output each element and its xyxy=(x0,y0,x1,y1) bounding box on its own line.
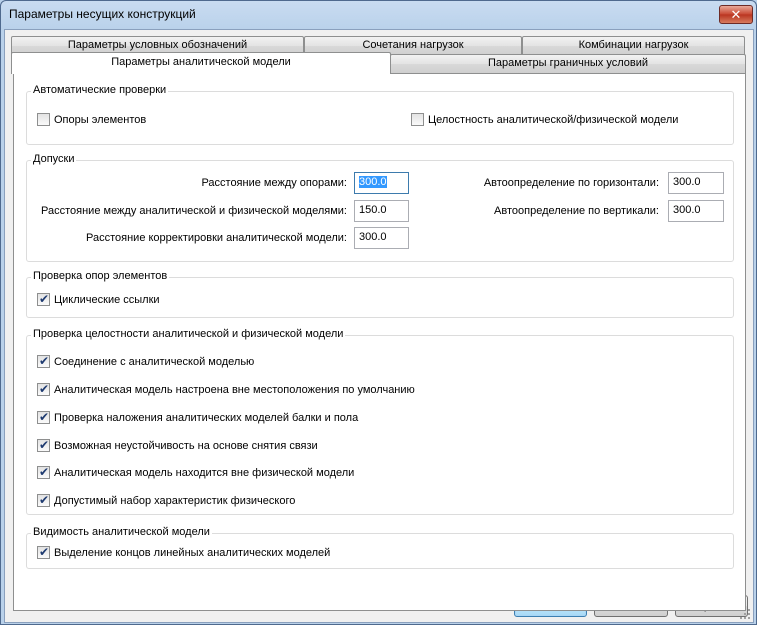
checkbox-box[interactable] xyxy=(411,113,424,126)
check-icon: ✔ xyxy=(38,292,50,306)
group-title: Проверка целостности аналитической и физ… xyxy=(31,328,346,340)
checkbox-label: Соединение с аналитической моделью xyxy=(54,355,255,368)
tab-load-combinations[interactable]: Комбинации нагрузок xyxy=(522,36,745,55)
checkbox-label: Проверка наложения аналитических моделей… xyxy=(54,411,359,424)
member-supports-checkbox[interactable]: Опоры элементов xyxy=(37,113,146,126)
check-icon: ✔ xyxy=(38,382,50,396)
tab-analytical-model[interactable]: Параметры аналитической модели xyxy=(11,52,391,74)
group-visibility: Видимость аналитической модели ✔ Выделен… xyxy=(26,526,734,569)
adjustment-distance-input[interactable]: 300.0 xyxy=(354,227,409,249)
window-title: Параметры несущих конструкций xyxy=(9,7,196,21)
group-title: Допуски xyxy=(31,153,77,165)
tab-boundary-conditions[interactable]: Параметры граничных условий xyxy=(390,54,746,73)
analytical-physical-distance-input[interactable]: 150.0 xyxy=(354,200,409,222)
checkbox-box[interactable] xyxy=(37,113,50,126)
connect-analytical-checkbox[interactable]: ✔ Соединение с аналитической моделью xyxy=(37,354,255,368)
group-support-check: Проверка опор элементов ✔ Циклические сс… xyxy=(26,270,734,318)
horizontal-auto-label: Автоопределение по горизонтали: xyxy=(483,177,659,189)
checkbox-box[interactable]: ✔ xyxy=(37,410,50,424)
dialog-client-area: Параметры условных обозначений Сочетания… xyxy=(4,29,754,623)
beam-floor-overlap-checkbox[interactable]: ✔ Проверка наложения аналитических модел… xyxy=(37,410,359,424)
title-bar[interactable]: Параметры несущих конструкций ✕ xyxy=(1,1,756,29)
adjustment-distance-label: Расстояние корректировки аналитической м… xyxy=(86,232,347,244)
group-auto-checks: Автоматические проверки Опоры элементов … xyxy=(26,84,734,145)
check-icon: ✔ xyxy=(38,494,50,507)
checkbox-label: Выделение концов линейных аналитических … xyxy=(54,546,331,559)
checkbox-box[interactable]: ✔ xyxy=(37,465,50,479)
group-tolerances: Допуски Расстояние между опорами: 300.0 … xyxy=(26,153,734,262)
check-icon: ✔ xyxy=(38,410,50,424)
checkbox-box[interactable]: ✔ xyxy=(37,494,50,507)
group-title: Автоматические проверки xyxy=(31,84,169,96)
checkbox-label: Допустимый набор характеристик физическо… xyxy=(54,494,295,507)
support-distance-label: Расстояние между опорами: xyxy=(201,177,347,189)
checkbox-label: Аналитическая модель настроена вне место… xyxy=(54,383,415,396)
checkbox-box[interactable]: ✔ xyxy=(37,382,50,396)
consistency-checkbox[interactable]: Целостность аналитической/физической мод… xyxy=(411,113,678,126)
group-title: Видимость аналитической модели xyxy=(31,526,212,538)
highlight-ends-checkbox[interactable]: ✔ Выделение концов линейных аналитически… xyxy=(37,545,331,559)
checkbox-label: Целостность аналитической/физической мод… xyxy=(428,113,679,126)
support-distance-input[interactable]: 300.0 xyxy=(354,172,409,194)
check-icon: ✔ xyxy=(38,545,50,559)
checkbox-box[interactable]: ✔ xyxy=(37,438,50,452)
checkbox-label: Циклические ссылки xyxy=(54,293,160,306)
checkbox-label: Аналитическая модель находится вне физич… xyxy=(54,466,355,479)
group-consistency-check: Проверка целостности аналитической и физ… xyxy=(26,328,734,515)
checkbox-label: Опоры элементов xyxy=(54,113,147,126)
horizontal-auto-input[interactable]: 300.0 xyxy=(668,172,724,194)
checkbox-box[interactable]: ✔ xyxy=(37,292,50,306)
vertical-auto-label: Автоопределение по вертикали: xyxy=(494,205,659,217)
adjusted-default-location-checkbox[interactable]: ✔ Аналитическая модель настроена вне мес… xyxy=(37,382,415,396)
checkbox-label: Возможная неустойчивость на основе сняти… xyxy=(54,439,318,452)
vertical-auto-input[interactable]: 300.0 xyxy=(668,200,724,222)
check-icon: ✔ xyxy=(38,438,50,452)
tab-panel-analytical-model: Автоматические проверки Опоры элементов … xyxy=(13,73,746,611)
dialog-window: Параметры несущих конструкций ✕ Параметр… xyxy=(0,0,757,625)
analytical-physical-distance-label: Расстояние между аналитической и физичес… xyxy=(41,205,347,217)
checkbox-box[interactable]: ✔ xyxy=(37,545,50,559)
instability-release-checkbox[interactable]: ✔ Возможная неустойчивость на основе сня… xyxy=(37,438,318,452)
outside-physical-checkbox[interactable]: ✔ Аналитическая модель находится вне физ… xyxy=(37,465,355,479)
circular-references-checkbox[interactable]: ✔ Циклические ссылки xyxy=(37,292,160,306)
checkbox-box[interactable]: ✔ xyxy=(37,354,50,368)
check-icon: ✔ xyxy=(38,354,50,368)
close-button[interactable]: ✕ xyxy=(719,5,753,24)
check-icon: ✔ xyxy=(38,465,50,479)
physical-properties-checkbox[interactable]: ✔ Допустимый набор характеристик физичес… xyxy=(37,494,295,507)
group-title: Проверка опор элементов xyxy=(31,270,170,282)
